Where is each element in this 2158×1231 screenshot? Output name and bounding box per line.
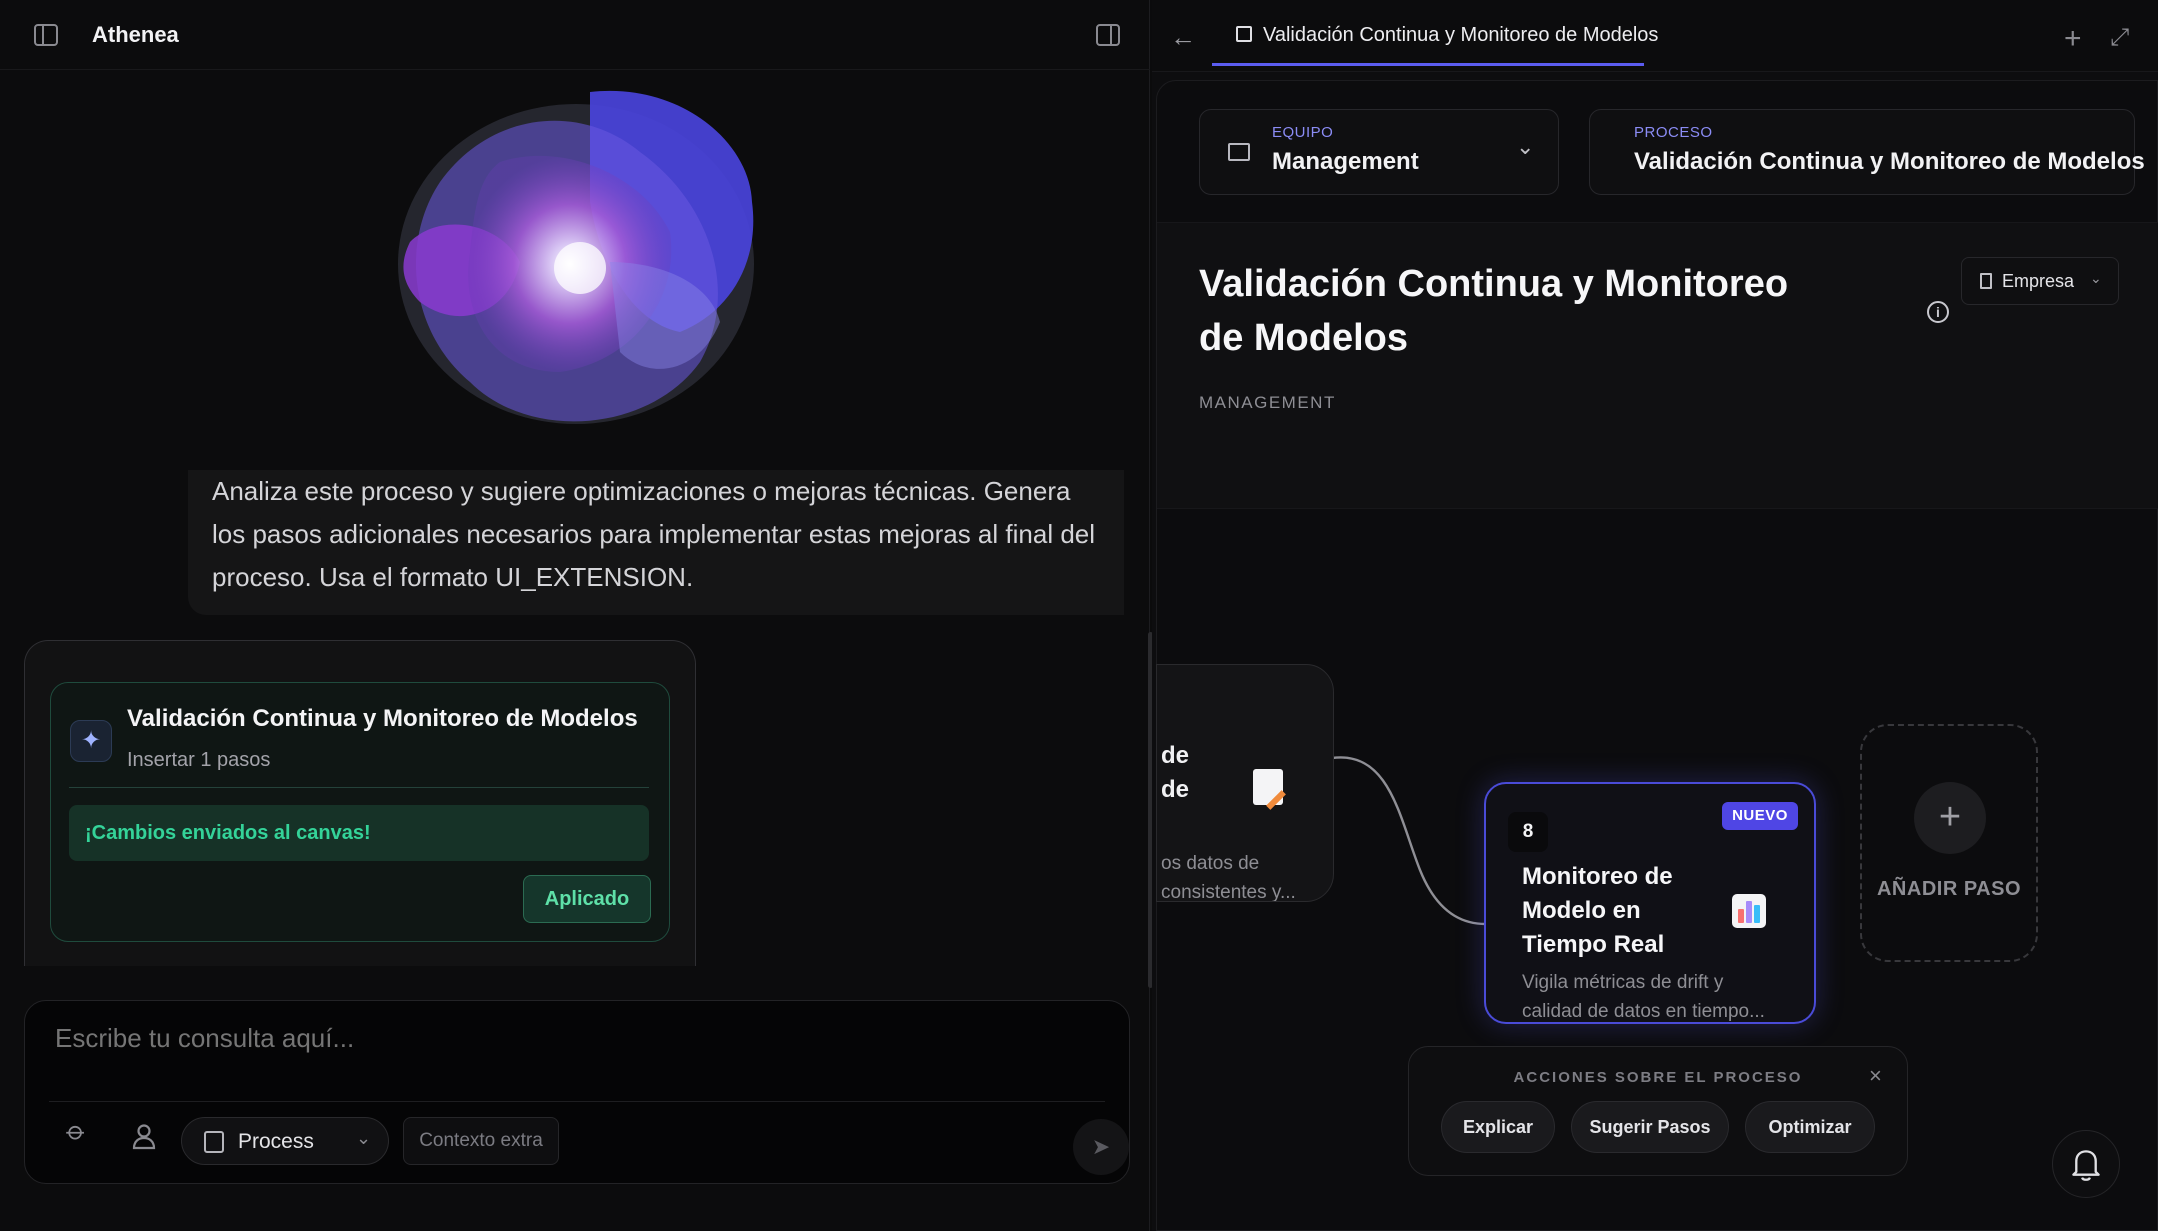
add-step-label: AÑADIR PASO [1876,878,2022,900]
process-label: PROCESO [1634,124,1713,141]
info-icon[interactable]: i [1927,301,1949,323]
actions-heading: ACCIONES SOBRE EL PROCESO [1513,1069,1803,1086]
document-icon [204,1131,224,1153]
sparkles-icon: ✦ [70,720,112,762]
scope-select[interactable]: Empresa ⌄ [1961,257,2119,305]
process-select[interactable]: Process ⌄ [181,1117,389,1165]
panel-toggle-icon[interactable] [1096,24,1120,46]
memo-icon [1253,769,1283,805]
team-select[interactable]: EQUIPO Management ⌄ [1199,109,1559,195]
optimize-button[interactable]: Optimizar [1745,1101,1875,1153]
chevron-down-icon: ⌄ [1516,134,1535,159]
extension-subtitle: Insertar 1 pasos [127,749,271,771]
app-root: Athenea Analiza este proceso y sugiere o [0,0,2158,1231]
step-number: 8 [1508,812,1548,852]
step-description: Vigila métricas de drift y calidad de dat… [1522,972,1765,1022]
tab-process-canvas[interactable]: Validación Continua y Monitoreo de Model… [1212,0,1658,66]
extension-title: Validación Continua y Monitoreo de Model… [127,705,638,732]
process-title-area: Validación Continua y Monitoreo de Model… [1157,223,2158,509]
assistant-orb [398,90,754,424]
extra-context-button[interactable]: Contexto extra [403,1117,559,1165]
step-title: de de [1161,742,1190,803]
new-process-step-node[interactable]: 8 NUEVO Monitoreo de Modelo en Tiempo Re… [1484,782,1816,1024]
back-arrow-icon[interactable]: ← [1170,22,1196,53]
step-title: Monitoreo de Modelo en Tiempo Real [1522,863,1673,958]
building-icon [1980,273,1992,289]
process-select-label: Process [238,1130,314,1153]
process-value: Validación Continua y Monitoreo de Model… [1634,148,2145,175]
process-title: Validación Continua y Monitoreo de Model… [1199,263,1789,359]
expand-icon[interactable]: ⤢ [2110,24,2129,52]
chat-composer: ⌀ Process ⌄ Contexto extra ➤ [24,1000,1130,1184]
send-button[interactable]: ➤ [1073,1119,1129,1175]
user-message-text: Analiza este proceso y sugiere optimizac… [212,476,1096,592]
plus-icon: + [1914,782,1986,854]
paperclip-icon[interactable]: ⌀ [61,1115,103,1157]
explain-button[interactable]: Explicar [1441,1101,1555,1153]
suggest-steps-button[interactable]: Sugerir Pasos [1571,1101,1729,1153]
extension-divider [69,787,649,788]
bell-icon[interactable] [2052,1130,2120,1198]
app-title: Athenea [92,22,179,47]
bar-chart-icon [1732,894,1766,928]
chevron-down-icon: ⌄ [356,1128,372,1148]
team-value: Management [1272,148,1419,175]
step-description: os datos de consistentes y... [1161,853,1296,902]
chat-header: Athenea [0,0,1150,70]
sidebar-toggle-icon[interactable] [34,24,58,46]
process-team: MANAGEMENT [1199,393,1336,412]
add-step-button[interactable]: + AÑADIR PASO [1860,724,2038,962]
new-tab-icon[interactable]: + [2064,22,2082,56]
person-icon[interactable] [129,1121,159,1151]
selector-row: EQUIPO Management ⌄ PROCESO Validación C… [1157,81,2158,223]
map-icon [1236,26,1252,42]
extension-status: ¡Cambios enviados al canvas! [69,805,649,861]
team-label: EQUIPO [1272,124,1334,141]
process-select-box[interactable]: PROCESO Validación Continua y Monitoreo … [1589,109,2145,195]
composer-divider [49,1101,1105,1102]
new-badge: NUEVO [1722,802,1798,830]
chat-pane: Athenea Analiza este proceso y sugiere o [0,0,1153,1231]
canvas-header: ← Validación Continua y Monitoreo de Mod… [1152,0,2158,72]
ui-extension-card: ✦ Validación Continua y Monitoreo de Mod… [50,682,670,942]
process-actions-panel: ACCIONES SOBRE EL PROCESO × Explicar Sug… [1408,1046,1908,1176]
tab-label: Validación Continua y Monitoreo de Model… [1263,24,1659,46]
chat-input[interactable] [55,1023,1055,1054]
scope-label: Empresa [2002,271,2075,291]
close-icon[interactable]: × [1869,1063,1882,1089]
process-step-node[interactable]: de de os datos de consistentes y... [1156,664,1334,902]
chevron-down-icon: ⌄ [2090,270,2102,286]
applied-button[interactable]: Aplicado [523,875,651,923]
node-connector [1331,756,1487,926]
user-message: Analiza este proceso y sugiere optimizac… [188,470,1124,615]
table-icon [1228,143,1250,161]
